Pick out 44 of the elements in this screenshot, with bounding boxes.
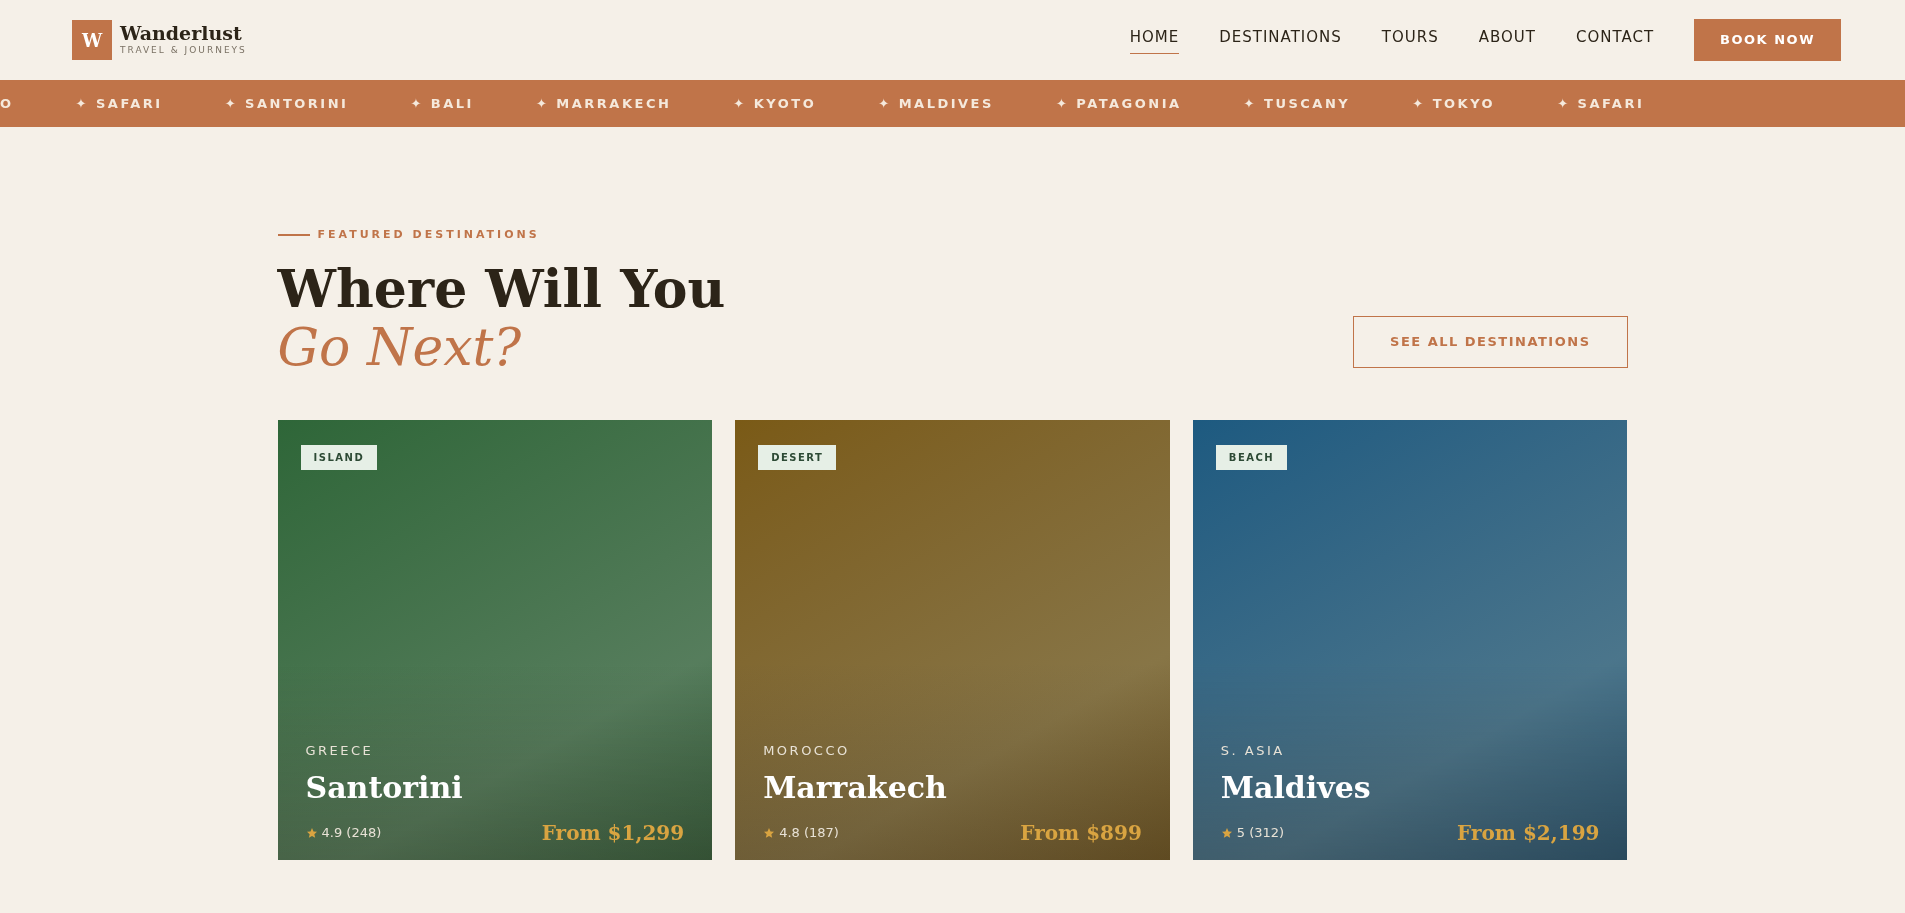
ticker-item: ✦ BALI [410, 94, 474, 113]
rating-text: 4.8 (187) [779, 824, 839, 843]
destination-name: Marrakech [763, 768, 948, 807]
ticker-item: ✦ TOKYO [1412, 94, 1496, 113]
price-text: From $899 [1020, 819, 1142, 847]
nav-link[interactable]: HOME [1129, 26, 1180, 54]
price-text: From $1,299 [541, 819, 685, 847]
category-tag: ISLAND [300, 444, 378, 470]
rating-text: 4.9 (248) [321, 824, 382, 843]
category-tag: DESERT [758, 444, 837, 470]
destination-card[interactable]: DESERT MOROCCO Marrakech 4.8 (187) From $899 [735, 419, 1170, 860]
nav-link[interactable]: CONTACT [1575, 26, 1655, 54]
destination-card[interactable]: ISLAND GREECE Santorini 4.9 (248) From $1,299 [277, 419, 713, 860]
destination-country: GREECE [305, 742, 375, 761]
ticker-item: ✦ PATAGONIA [1055, 94, 1182, 113]
star-icon [763, 826, 776, 839]
section-eyebrow: FEATURED DESTINATIONS [317, 227, 540, 243]
nav-link[interactable]: ABOUT [1478, 26, 1536, 54]
price-text: From $2,199 [1457, 819, 1600, 847]
nav-link[interactable]: TOURS [1381, 26, 1439, 54]
section-heading-accent: Go Next? [277, 317, 523, 376]
ticker-item: ✦ MALDIVES [878, 94, 994, 113]
destination-name: Santorini [305, 768, 464, 807]
book-now-button[interactable]: BOOK NOW [1694, 19, 1841, 61]
ticker-item: ✦ SAFARI [1557, 94, 1645, 113]
destination-country: MOROCCO [763, 742, 851, 761]
ticker-item: ✦ MARRAKECH [535, 94, 672, 113]
destination-country: S. ASIA [1220, 742, 1286, 761]
star-icon [305, 826, 318, 839]
section-heading: Where Will You [277, 259, 726, 318]
ticker-item: ✦ SAFARI [75, 94, 163, 113]
ticker-item: ✦ KYOTO [733, 94, 817, 113]
rating-text: 5 (312) [1236, 824, 1285, 843]
destination-card[interactable]: BEACH S. ASIA Maldives 5 (312) From $2,199 [1192, 419, 1628, 860]
ticker-item: ✦ TUSCANY [1243, 94, 1351, 113]
destination-name: Maldives [1220, 768, 1372, 807]
ticker-item: O [0, 94, 14, 113]
logo-mark[interactable]: W [72, 20, 112, 60]
brand-name[interactable]: Wanderlust [120, 22, 247, 44]
star-icon [1220, 826, 1233, 839]
brand-tagline: TRAVEL & JOURNEYS [120, 43, 247, 57]
ticker-item: ✦ SANTORINI [224, 94, 349, 113]
nav-link[interactable]: DESTINATIONS [1219, 26, 1342, 54]
category-tag: BEACH [1215, 444, 1288, 470]
